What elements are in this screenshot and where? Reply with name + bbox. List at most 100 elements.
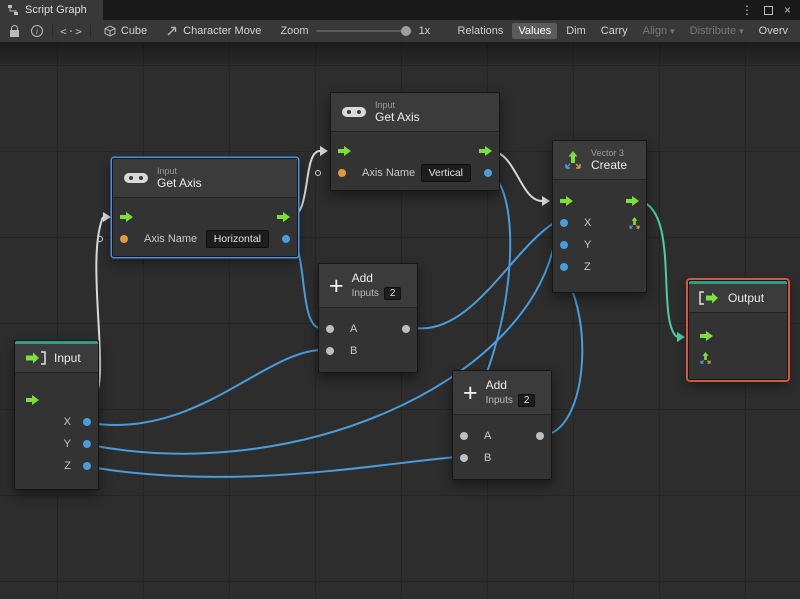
breadcrumb-character-move-label: Character Move [183, 25, 262, 37]
float-out-port[interactable] [484, 169, 492, 177]
exec-in-port[interactable] [560, 196, 573, 206]
float-out-port[interactable] [282, 235, 290, 243]
graph-asset-icon [167, 26, 177, 36]
wire-arrowhead [320, 146, 328, 156]
port-row-x: X [553, 212, 646, 234]
plus-icon: + [329, 271, 344, 300]
exec-row [689, 325, 787, 347]
zoom-label: Zoom [280, 25, 309, 37]
wire-arrowhead [677, 332, 685, 342]
exec-out-port[interactable] [626, 196, 639, 206]
node-add-1[interactable]: + Add Inputs 2 A B [318, 263, 418, 373]
tab-title: Script Graph [25, 4, 87, 16]
sum-out-port[interactable] [536, 432, 544, 440]
axis-name-value[interactable]: Horizontal [205, 230, 269, 248]
param-label: Axis Name [362, 167, 416, 179]
sum-out-port[interactable] [402, 325, 410, 333]
carry-button[interactable]: Carry [595, 23, 634, 39]
zoom-slider-knob[interactable] [400, 26, 411, 36]
close-icon[interactable]: × [784, 4, 791, 16]
node-input-event[interactable]: Input X Y Z [14, 340, 99, 490]
input-port-b[interactable] [460, 454, 468, 462]
node-get-axis-horizontal[interactable]: Input Get Axis Axis Name Horizontal [97, 158, 298, 257]
wire-input-x-to-add1-b[interactable] [89, 349, 321, 426]
lock-icon[interactable] [6, 23, 22, 39]
node-title: Get Axis [375, 110, 420, 124]
string-port[interactable] [338, 169, 346, 177]
port-row-z: Z [15, 455, 98, 477]
node-add-2[interactable]: + Add Inputs 2 A B [452, 370, 552, 480]
param-row: Axis Name Horizontal [97, 228, 297, 250]
kebab-menu-icon[interactable]: ⋮ [741, 4, 753, 16]
output-port-y[interactable] [83, 440, 91, 448]
inputs-count[interactable]: 2 [517, 394, 536, 407]
node-title: Create [591, 158, 628, 172]
node-get-axis-vertical[interactable]: Input Get Axis Axis Name Vertical [315, 92, 500, 191]
inputs-count[interactable]: 2 [383, 287, 402, 300]
tab-bar: Script Graph ⋮ × [0, 0, 800, 20]
exec-row [553, 190, 646, 212]
input-port-b[interactable] [326, 347, 334, 355]
vector3-result-port[interactable] [628, 217, 641, 230]
vector3-in-port[interactable] [699, 352, 712, 365]
node-header: + Add Inputs 2 [319, 264, 417, 308]
chevron-down-icon: ▾ [670, 26, 675, 36]
toolbar-separator [52, 24, 53, 38]
node-category: Input [157, 166, 178, 176]
zoom-slider[interactable] [315, 26, 412, 36]
breadcrumb-cube-label: Cube [120, 25, 148, 37]
axis-name-value[interactable]: Vertical [420, 164, 471, 182]
param-row: Axis Name Vertical [315, 162, 499, 184]
info-icon[interactable]: i [29, 23, 45, 39]
exec-in-port[interactable] [700, 331, 713, 341]
gamepad-icon [342, 107, 366, 117]
align-dropdown[interactable]: Align ▾ [637, 23, 681, 39]
breadcrumb-cube[interactable]: Cube [98, 23, 153, 39]
tab-script-graph[interactable]: Script Graph [0, 0, 103, 20]
distribute-dropdown[interactable]: Distribute ▾ [684, 23, 750, 39]
relations-button[interactable]: Relations [452, 23, 510, 39]
wire-add1-to-create-x[interactable] [414, 222, 555, 330]
output-port-z[interactable] [83, 462, 91, 470]
exec-in-port[interactable] [120, 212, 133, 222]
node-title: Output [728, 291, 765, 305]
input-port-z[interactable] [560, 263, 568, 271]
cube-icon [104, 25, 116, 37]
graph-canvas[interactable]: Input Get Axis Axis Name Vertical Input … [0, 43, 800, 599]
node-output-event[interactable]: Output [688, 280, 788, 380]
maximize-icon[interactable] [763, 5, 773, 15]
input-port-x[interactable] [560, 219, 568, 227]
param-label: Axis Name [144, 233, 198, 245]
dim-button[interactable]: Dim [560, 23, 592, 39]
input-port-a[interactable] [326, 325, 334, 333]
node-vector3-create[interactable]: Vector 3 Create X Y Z [552, 140, 647, 293]
overview-button[interactable]: Overv [753, 23, 794, 39]
node-header: Input Get Axis [331, 93, 499, 132]
fit-graph-icon[interactable]: <·> [60, 23, 83, 39]
port-row-b: B [319, 340, 417, 362]
exec-out-port[interactable] [277, 212, 290, 222]
node-header: Output [689, 284, 787, 313]
input-port-y[interactable] [560, 241, 568, 249]
graph-toolbar: i <·> Cube Character Move Zoom 1x Relati… [0, 20, 800, 43]
unity-script-graph-window: Script Graph ⋮ × i <·> Cube Character Mo… [0, 0, 800, 599]
unconnected-input-port[interactable] [97, 236, 103, 242]
breadcrumb-character-move[interactable]: Character Move [160, 23, 267, 39]
port-row-x: X [15, 411, 98, 433]
input-event-icon [26, 351, 46, 365]
toolbar-separator [89, 24, 91, 38]
exec-out-port[interactable] [26, 395, 39, 405]
values-button[interactable]: Values [512, 23, 558, 39]
unconnected-input-port[interactable] [315, 170, 321, 176]
node-title: Add [485, 378, 507, 392]
inputs-label: Inputs [351, 288, 379, 299]
exec-in-port[interactable] [338, 146, 351, 156]
wire-input-z-to-add2-b[interactable] [89, 456, 457, 478]
exec-out-port[interactable] [479, 146, 492, 156]
output-port-x[interactable] [83, 418, 91, 426]
input-port-a[interactable] [460, 432, 468, 440]
inputs-label: Inputs [485, 395, 513, 406]
wire-arrowhead [103, 212, 111, 222]
string-port[interactable] [120, 235, 128, 243]
output-event-icon [699, 291, 718, 305]
